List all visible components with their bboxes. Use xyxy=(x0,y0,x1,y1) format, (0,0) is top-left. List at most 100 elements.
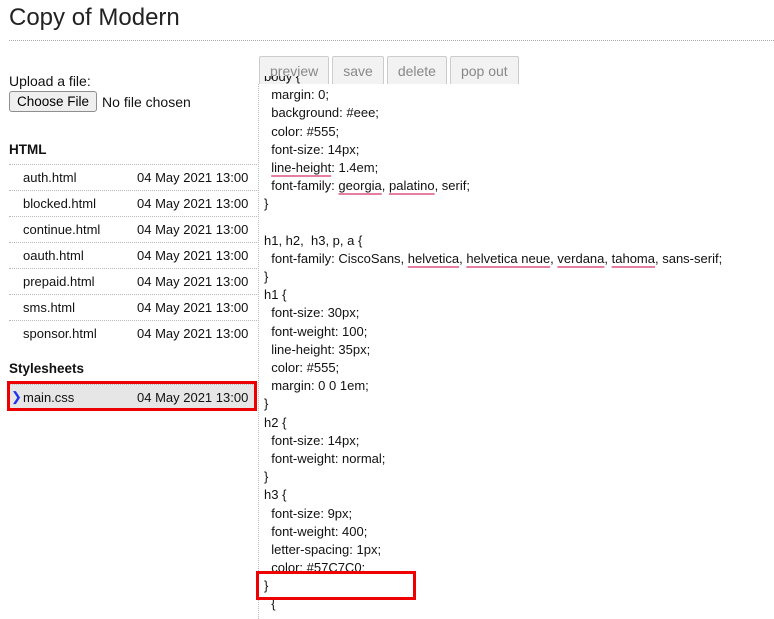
code-line: h3 { xyxy=(264,486,769,504)
code-text: } xyxy=(264,578,269,594)
spellcheck-word: line-height xyxy=(271,159,332,175)
code-line: } xyxy=(264,395,769,413)
code-line: } xyxy=(264,268,769,286)
code-text: color: #57C7C0; xyxy=(264,560,366,576)
file-row[interactable]: sms.html 04 May 2021 13:00 xyxy=(9,294,257,320)
selected-chevron-icon: ❯ xyxy=(11,389,22,404)
choose-file-button[interactable]: Choose File xyxy=(9,91,98,112)
spellcheck-word: helvetica neue xyxy=(466,250,551,266)
file-date: 04 May 2021 13:00 xyxy=(137,274,249,289)
code-line: font-size: 14px; xyxy=(264,432,769,450)
code-text: , xyxy=(604,250,612,266)
code-text: : 1.4em; xyxy=(331,159,379,175)
file-row[interactable]: prepaid.html 04 May 2021 13:00 xyxy=(9,268,257,294)
code-text: margin: 0 0 1em; xyxy=(264,378,369,394)
code-line: h1 { xyxy=(264,286,769,304)
code-line: font-family: georgia, palatino, serif; xyxy=(264,177,769,195)
upload-control: Choose File No file chosen xyxy=(9,91,191,112)
code-line: font-size: 30px; xyxy=(264,304,769,322)
file-date: 04 May 2021 13:00 xyxy=(137,390,249,405)
code-line: h1, h2, h3, p, a { xyxy=(264,232,769,250)
file-row[interactable]: sponsor.html 04 May 2021 13:00 xyxy=(9,320,257,346)
code-text: font-family: xyxy=(264,178,339,194)
file-row[interactable]: oauth.html 04 May 2021 13:00 xyxy=(9,242,257,268)
code-text: } xyxy=(264,469,269,485)
spellcheck-word: georgia xyxy=(338,178,382,194)
code-text: font-weight: 100; xyxy=(264,323,368,339)
code-text: letter-spacing: 1px; xyxy=(264,541,382,557)
code-text: font-weight: normal; xyxy=(264,450,386,466)
code-line: margin: 0 0 1em; xyxy=(264,377,769,395)
page-title: Copy of Modern xyxy=(9,4,180,31)
file-row[interactable]: continue.html 04 May 2021 13:00 xyxy=(9,216,257,242)
html-file-list: auth.html 04 May 2021 13:00 blocked.html 04… xyxy=(9,164,257,346)
code-text: color: #555; xyxy=(264,123,340,139)
code-text: } xyxy=(264,196,269,212)
code-line: h2 { xyxy=(264,414,769,432)
code-line: font-weight: 100; xyxy=(264,323,769,341)
file-date: 04 May 2021 13:00 xyxy=(137,326,249,341)
code-text: font-size: 14px; xyxy=(264,432,360,448)
file-date: 04 May 2021 13:00 xyxy=(137,196,249,211)
code-line: color: #57C7C0; xyxy=(264,559,769,577)
code-text: } xyxy=(264,396,269,412)
code-line: line-height: 1.4em; xyxy=(264,159,769,177)
code-line: color: #555; xyxy=(264,123,769,141)
code-line: { xyxy=(264,595,769,613)
file-name[interactable]: auth.html xyxy=(23,165,76,191)
code-line: background: #eee; xyxy=(264,104,769,122)
code-line: font-weight: normal; xyxy=(264,450,769,468)
code-line: } xyxy=(264,468,769,486)
code-line: margin: 0; xyxy=(264,86,769,104)
code-line: font-size: 9px; xyxy=(264,505,769,523)
file-date: 04 May 2021 13:00 xyxy=(137,248,249,263)
file-name[interactable]: blocked.html xyxy=(23,191,96,217)
spellcheck-word: helvetica xyxy=(407,250,460,266)
code-line: font-weight: 400; xyxy=(264,523,769,541)
code-text: font-size: 9px; xyxy=(264,505,353,521)
file-date: 04 May 2021 13:00 xyxy=(137,300,249,315)
code-text: background: #eee; xyxy=(264,105,379,121)
file-name[interactable]: continue.html xyxy=(23,217,100,243)
code-line: line-height: 35px; xyxy=(264,341,769,359)
code-text: h2 { xyxy=(264,414,287,430)
code-text: , serif; xyxy=(434,178,470,194)
stylesheets-file-list: ❯ main.css 04 May 2021 13:00 xyxy=(9,384,257,410)
code-text: line-height: 35px; xyxy=(264,341,371,357)
code-text: margin: 0; xyxy=(264,87,330,103)
css-code-editor[interactable]: body { margin: 0; background: #eee; colo… xyxy=(264,76,769,619)
file-name[interactable]: sponsor.html xyxy=(23,321,97,347)
title-divider xyxy=(9,40,774,41)
spellcheck-word: palatino xyxy=(389,178,435,194)
html-section-heading: HTML xyxy=(9,142,47,157)
spellcheck-word: tahoma xyxy=(611,250,655,266)
code-line: body { xyxy=(264,76,769,86)
code-line: font-size: 14px; xyxy=(264,141,769,159)
file-row[interactable]: ❯ main.css 04 May 2021 13:00 xyxy=(9,384,257,410)
code-text: font-size: 30px; xyxy=(264,305,360,321)
file-name[interactable]: oauth.html xyxy=(23,243,84,269)
stylesheets-section-heading: Stylesheets xyxy=(9,361,85,376)
code-text: font-weight: 400; xyxy=(264,523,368,539)
code-text: , xyxy=(381,178,390,194)
code-text: h1, h2, h3, p, a { xyxy=(264,232,363,248)
code-line: font-family: CiscoSans, helvetica, helve… xyxy=(264,250,769,268)
code-text: { xyxy=(264,596,276,612)
spellcheck-word: verdana xyxy=(557,250,605,266)
file-name[interactable]: main.css xyxy=(23,385,74,411)
code-line: } xyxy=(264,195,769,213)
file-date: 04 May 2021 13:00 xyxy=(137,170,249,185)
file-date: 04 May 2021 13:00 xyxy=(137,222,249,237)
code-text: font-size: 14px; xyxy=(264,141,360,157)
file-name[interactable]: sms.html xyxy=(23,295,75,321)
code-text: , sans-serif; xyxy=(655,250,723,266)
editor-divider xyxy=(258,84,259,619)
file-name[interactable]: prepaid.html xyxy=(23,269,95,295)
upload-label: Upload a file: xyxy=(9,73,91,89)
code-text: } xyxy=(264,269,269,285)
file-row[interactable]: blocked.html 04 May 2021 13:00 xyxy=(9,190,257,216)
code-text: font-family: CiscoSans, xyxy=(264,250,408,266)
file-row[interactable]: auth.html 04 May 2021 13:00 xyxy=(9,164,257,190)
code-text: color: #555; xyxy=(264,360,340,375)
